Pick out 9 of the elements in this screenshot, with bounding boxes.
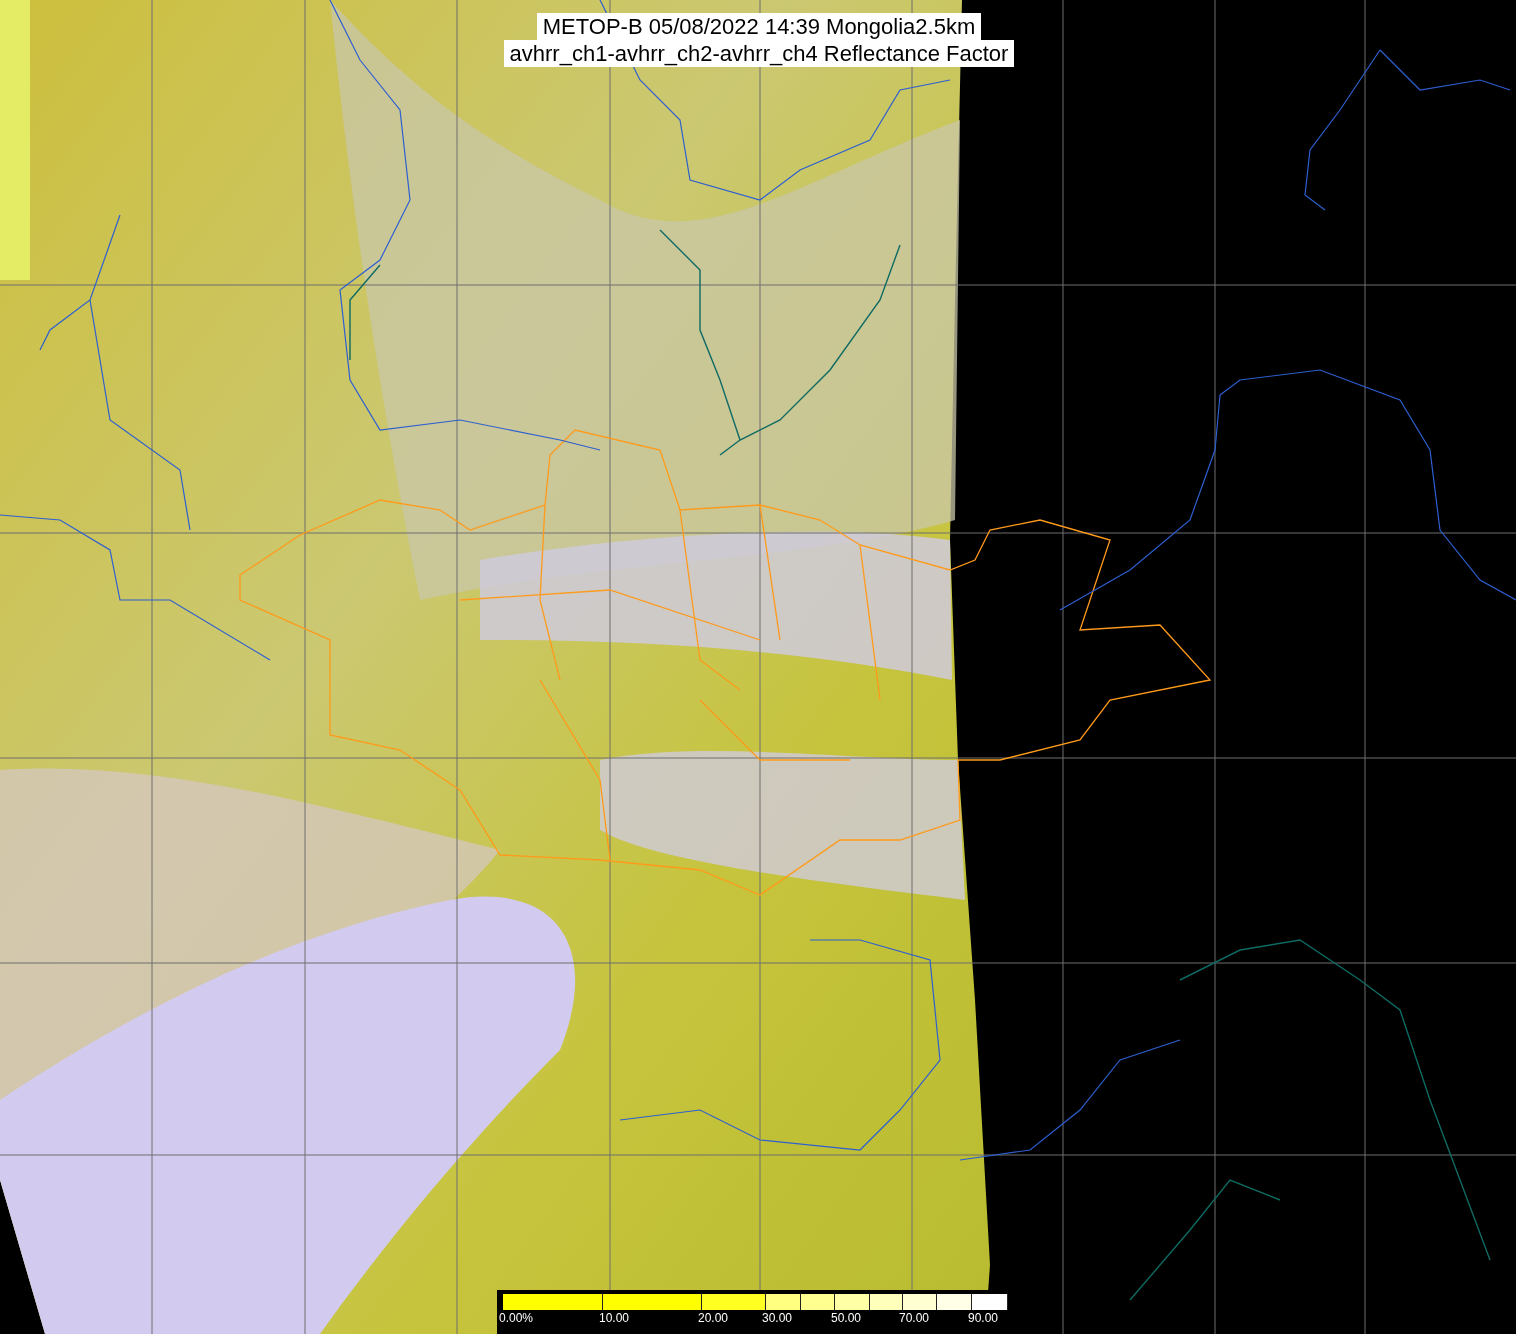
map-title: avhrr_ch1-avhrr_ch2-avhrr_ch4 Reflectance Factor [503,40,1015,67]
scale-label: 90.00 [968,1311,999,1325]
scale-label: 70.00 [899,1311,930,1325]
scale-label: 0.00% [499,1311,534,1325]
scale-label: 20.00 [698,1311,729,1325]
scale-label: 10.00 [599,1311,630,1325]
scale-label: 50.00 [831,1311,862,1325]
scale-label: 30.00 [762,1311,793,1325]
map-title: METOP-B 05/08/2022 14:39 Mongolia2.5km [536,13,982,40]
